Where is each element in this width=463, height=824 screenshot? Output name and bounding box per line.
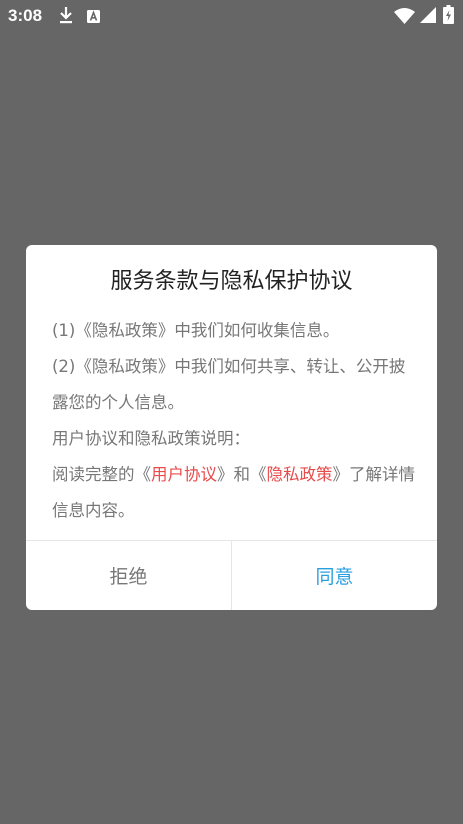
agree-button[interactable]: 同意	[232, 541, 437, 610]
battery-charging-icon	[443, 5, 454, 28]
user-agreement-link[interactable]: 用户协议	[151, 465, 217, 484]
info-line-1: (1)《隐私政策》中我们如何收集信息。	[52, 321, 340, 340]
info-line-3: 用户协议和隐私政策说明：	[52, 429, 250, 448]
line4-mid: 》和《	[217, 465, 267, 484]
dialog-body: (1)《隐私政策》中我们如何收集信息。 (2)《隐私政策》中我们如何共享、转让、…	[52, 313, 416, 529]
wifi-icon	[394, 7, 415, 28]
signal-icon	[420, 7, 436, 27]
a-notification-icon	[87, 8, 100, 27]
status-bar: 3:08	[0, 0, 463, 32]
privacy-policy-link[interactable]: 隐私政策	[267, 465, 333, 484]
download-icon	[58, 6, 74, 28]
reject-button[interactable]: 拒绝	[26, 541, 231, 610]
privacy-dialog: 服务条款与隐私保护协议 (1)《隐私政策》中我们如何收集信息。 (2)《隐私政策…	[26, 245, 437, 610]
info-line-4: 阅读完整的《用户协议》和《隐私政策》了解详情信息内容。	[52, 457, 416, 529]
line4-prefix: 阅读完整的《	[52, 465, 151, 484]
info-line-2: (2)《隐私政策》中我们如何共享、转让、公开披露您的个人信息。	[52, 357, 406, 412]
dialog-title: 服务条款与隐私保护协议	[110, 269, 353, 294]
status-time: 3:08	[8, 6, 43, 25]
